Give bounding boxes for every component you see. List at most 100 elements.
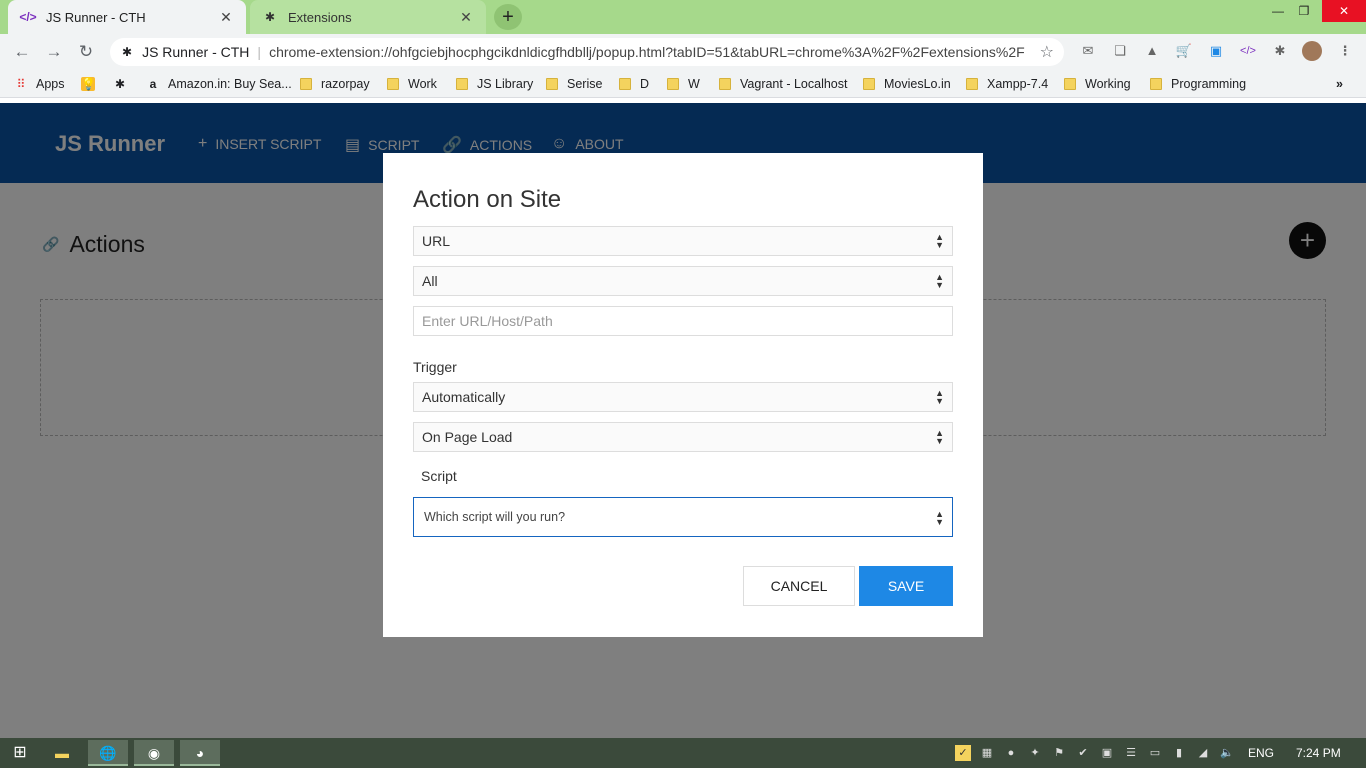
- bookmark-d[interactable]: D: [619, 75, 649, 93]
- forward-button[interactable]: →: [42, 40, 66, 64]
- bookmark-label: Vagrant - Localhost: [740, 77, 848, 91]
- close-tab-icon[interactable]: ✕: [458, 9, 474, 25]
- address-bar[interactable]: ✱ JS Runner - CTH | chrome-extension://o…: [110, 38, 1064, 66]
- restore-button[interactable]: ❐: [1288, 0, 1320, 22]
- window-icon[interactable]: ▣: [1207, 42, 1225, 60]
- tab-extensions[interactable]: ✱ Extensions ✕: [250, 0, 486, 34]
- bookmark-label: JS Library: [477, 77, 534, 91]
- close-window-button[interactable]: ✕: [1322, 0, 1366, 22]
- folder-icon: [863, 78, 875, 90]
- trigger-mode-select[interactable]: Automatically ▲ ▼: [413, 382, 953, 412]
- close-tab-icon[interactable]: ✕: [218, 9, 234, 25]
- bookmark-label: razorpay: [321, 77, 370, 91]
- folder-icon: [667, 78, 679, 90]
- bookmark-serise[interactable]: Serise: [546, 75, 602, 93]
- folder-icon: [966, 78, 978, 90]
- cancel-button[interactable]: CANCEL: [743, 566, 855, 606]
- extensions-puzzle-icon[interactable]: ✱: [1271, 42, 1289, 60]
- chrome-icon[interactable]: ◉: [134, 740, 174, 766]
- network-app-icon[interactable]: ▦: [979, 745, 995, 761]
- bookmark-amazon[interactable]: a Amazon.in: Buy Sea...: [146, 75, 292, 93]
- bookmark-movieslo[interactable]: MoviesLo.in: [863, 75, 951, 93]
- save-button[interactable]: SAVE: [859, 566, 953, 606]
- trigger-event-select[interactable]: On Page Load ▲ ▼: [413, 422, 953, 452]
- script-label: Script: [421, 468, 457, 484]
- match-scope-select[interactable]: All ▲ ▼: [413, 266, 953, 296]
- back-button[interactable]: ←: [10, 40, 34, 64]
- bookmark-star-icon[interactable]: ☆: [1040, 42, 1054, 62]
- bookmarks-bar: ⠿ Apps 💡 ✱ a Amazon.in: Buy Sea... razor…: [0, 70, 1366, 98]
- globe-app-icon[interactable]: 🌐: [88, 740, 128, 766]
- bookmark-extension[interactable]: ✱: [113, 75, 135, 93]
- battery-icon[interactable]: ▮: [1171, 745, 1187, 761]
- folder-icon: [387, 78, 399, 90]
- bookmark-work[interactable]: Work: [387, 75, 437, 93]
- bookmark-label: Programming: [1171, 77, 1247, 91]
- profile-avatar[interactable]: [1302, 41, 1322, 61]
- bookmark-label: MoviesLo.in: [884, 77, 951, 91]
- gmail-icon[interactable]: ✉: [1079, 42, 1097, 60]
- bookmark-js-library[interactable]: JS Library: [456, 75, 533, 93]
- match-type-value: URL: [422, 233, 451, 249]
- puzzle-icon: ✱: [114, 77, 126, 91]
- start-button[interactable]: ⊞: [0, 740, 40, 766]
- tab-label: Extensions: [288, 9, 352, 25]
- bookmark-apps[interactable]: ⠿ Apps: [14, 75, 65, 93]
- js-runner-extension-icon[interactable]: </>: [1239, 42, 1257, 60]
- language-indicator[interactable]: ENG: [1248, 746, 1274, 760]
- bookmark-xampp[interactable]: Xampp-7.4: [966, 75, 1048, 93]
- dialog-title: Action on Site: [413, 186, 562, 213]
- keep-icon: 💡: [81, 77, 96, 91]
- bookmark-razorpay[interactable]: razorpay: [300, 75, 370, 93]
- divider: |: [257, 44, 262, 60]
- bookmark-programming[interactable]: Programming: [1150, 75, 1246, 93]
- bookmark-vagrant[interactable]: Vagrant - Localhost: [719, 75, 847, 93]
- volume-icon[interactable]: 🔈: [1219, 745, 1235, 761]
- bookmark-label: Serise: [567, 77, 603, 91]
- tray-check-icon[interactable]: ✔: [1075, 745, 1091, 761]
- bookmark-working[interactable]: Working: [1064, 75, 1131, 93]
- tray-list-icon[interactable]: ☰: [1123, 745, 1139, 761]
- new-tab-button[interactable]: +: [494, 4, 522, 30]
- wifi-icon[interactable]: ◢: [1195, 745, 1211, 761]
- tray-app-icon[interactable]: ✦: [1027, 745, 1043, 761]
- more-bookmarks-icon[interactable]: »: [1336, 75, 1343, 93]
- folder-icon: [1150, 78, 1162, 90]
- script-select[interactable]: Which script will you run? ▲ ▼: [413, 497, 953, 537]
- action-dialog: Action on Site URL ▲ ▼ All ▲ ▼ Enter URL/H…: [383, 153, 983, 637]
- trigger-mode-value: Automatically: [422, 389, 506, 405]
- select-arrows-icon: ▲ ▼: [935, 428, 944, 446]
- bookmark-keep[interactable]: 💡: [81, 75, 103, 93]
- app-icon[interactable]: ◕: [180, 740, 220, 766]
- globe-tray-icon[interactable]: ●: [1003, 745, 1019, 761]
- apps-grid-icon: ⠿: [16, 77, 26, 91]
- cart-icon[interactable]: 🛒: [1175, 42, 1193, 60]
- folder-icon: [619, 78, 631, 90]
- folder-icon: [1064, 78, 1076, 90]
- extension-icon: ✱: [122, 45, 133, 59]
- browser-tab-strip: </> JS Runner - CTH ✕ ✱ Extensions ✕ + —…: [0, 0, 1366, 34]
- amazon-icon: a: [149, 77, 157, 91]
- bookmark-w[interactable]: W: [667, 75, 700, 93]
- select-arrows-icon: ▲ ▼: [935, 388, 944, 406]
- url-input-placeholder: Enter URL/Host/Path: [422, 313, 553, 329]
- bookmark-label: Apps: [36, 77, 65, 91]
- menu-dots-icon[interactable]: ⋮: [1336, 42, 1354, 60]
- clock[interactable]: 7:24 PM: [1296, 746, 1341, 760]
- url-input[interactable]: Enter URL/Host/Path: [413, 306, 953, 336]
- drive-icon[interactable]: ▲: [1143, 42, 1161, 60]
- tab-js-runner[interactable]: </> JS Runner - CTH ✕: [8, 0, 246, 34]
- match-type-select[interactable]: URL ▲ ▼: [413, 226, 953, 256]
- code-icon: </>: [19, 10, 37, 24]
- bookmark-label: Xampp-7.4: [987, 77, 1049, 91]
- copy-icon[interactable]: ❏: [1111, 42, 1129, 60]
- bookmark-label: Working: [1085, 77, 1131, 91]
- monitor-icon[interactable]: ▭: [1147, 745, 1163, 761]
- sticky-notes-icon[interactable]: ✓: [955, 745, 971, 761]
- tray-flag-icon[interactable]: ⚑: [1051, 745, 1067, 761]
- trigger-label: Trigger: [413, 359, 457, 375]
- url-text: chrome-extension://ohfgciebjhocphgcikdnl…: [269, 44, 1025, 60]
- file-explorer-icon[interactable]: ▬: [42, 740, 82, 766]
- reload-button[interactable]: ↻: [74, 40, 98, 64]
- nvidia-icon[interactable]: ▣: [1099, 745, 1115, 761]
